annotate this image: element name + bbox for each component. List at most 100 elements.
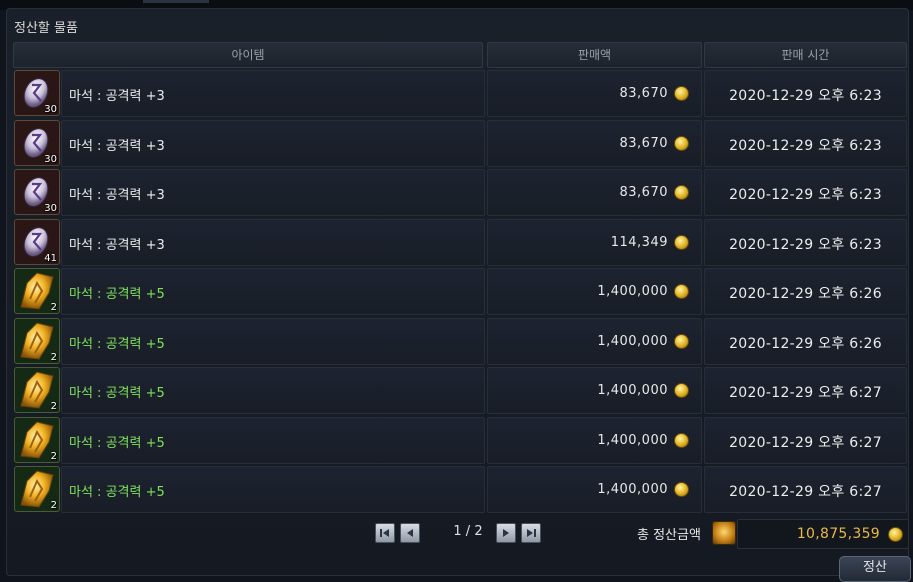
coin-icon — [674, 86, 689, 101]
price-cell: 1,400,000 — [487, 417, 702, 464]
sale-price: 1,400,000 — [597, 334, 668, 349]
gold-rune-stone-icon[interactable]: 2 — [14, 268, 60, 314]
coin-icon — [674, 482, 689, 497]
next-page-button[interactable] — [496, 523, 516, 543]
item-name: 마석 : 공격력 +5 — [69, 386, 165, 401]
sale-time: 2020-12-29 오후 6:23 — [729, 237, 882, 253]
item-count: 41 — [44, 253, 57, 264]
purple-rune-stone-icon[interactable]: 30 — [14, 120, 60, 166]
purple-rune-stone-icon[interactable]: 30 — [14, 169, 60, 215]
sale-price: 1,400,000 — [597, 482, 668, 497]
table-row[interactable]: 2 마석 : 공격력 +5 1,400,000 2020-12-29 오후 6:27 — [13, 366, 907, 414]
sale-price: 114,349 — [610, 235, 668, 250]
price-cell: 1,400,000 — [487, 367, 702, 414]
item-name: 마석 : 공격력 +3 — [69, 89, 165, 104]
price-cell: 1,400,000 — [487, 466, 702, 513]
column-header-price[interactable]: 판매액 — [487, 42, 702, 68]
gold-rune-stone-icon[interactable]: 2 — [14, 417, 60, 463]
time-cell: 2020-12-29 오후 6:23 — [704, 219, 907, 266]
item-name-cell: 마석 : 공격력 +5 — [61, 417, 485, 464]
item-name: 마석 : 공격력 +3 — [69, 139, 165, 154]
coin-icon — [674, 185, 689, 200]
coin-icon — [674, 433, 689, 448]
item-name: 마석 : 공격력 +3 — [69, 238, 165, 253]
item-count: 2 — [50, 352, 57, 363]
time-cell: 2020-12-29 오후 6:27 — [704, 417, 907, 464]
table-row[interactable]: 2 마석 : 공격력 +5 1,400,000 2020-12-29 오후 6:27 — [13, 465, 907, 513]
item-name: 마석 : 공격력 +3 — [69, 188, 165, 203]
table-row[interactable]: 2 마석 : 공격력 +5 1,400,000 2020-12-29 오후 6:26 — [13, 267, 907, 315]
item-count: 30 — [44, 104, 57, 115]
item-name-cell: 마석 : 공격력 +3 — [61, 120, 485, 167]
price-cell: 83,670 — [487, 120, 702, 167]
sale-time: 2020-12-29 오후 6:27 — [729, 484, 882, 500]
item-name-cell: 마석 : 공격력 +5 — [61, 367, 485, 414]
gold-rune-stone-icon[interactable]: 2 — [14, 466, 60, 512]
gold-pouch-icon — [712, 521, 736, 545]
purple-rune-stone-icon[interactable]: 41 — [14, 219, 60, 265]
sale-price: 83,670 — [619, 185, 668, 200]
coin-icon — [674, 284, 689, 299]
time-cell: 2020-12-29 오후 6:26 — [704, 318, 907, 365]
sale-time: 2020-12-29 오후 6:26 — [729, 286, 882, 302]
table-row[interactable]: 30 마석 : 공격력 +3 83,670 2020-12-29 오후 6:23 — [13, 69, 907, 117]
sale-time: 2020-12-29 오후 6:23 — [729, 138, 882, 154]
time-cell: 2020-12-29 오후 6:27 — [704, 367, 907, 414]
sale-price: 1,400,000 — [597, 383, 668, 398]
sale-time: 2020-12-29 오후 6:23 — [729, 88, 882, 104]
column-header-item[interactable]: 아이템 — [13, 42, 483, 68]
gold-rune-stone-icon[interactable]: 2 — [14, 367, 60, 413]
sale-price: 83,670 — [619, 86, 668, 101]
sale-time: 2020-12-29 오후 6:27 — [729, 435, 882, 451]
table-row[interactable]: 30 마석 : 공격력 +3 83,670 2020-12-29 오후 6:23 — [13, 168, 907, 216]
coin-icon — [888, 527, 903, 542]
section-title: 정산할 물품 — [14, 21, 78, 36]
sale-price: 1,400,000 — [597, 284, 668, 299]
gold-rune-stone-icon[interactable]: 2 — [14, 318, 60, 364]
table-row[interactable]: 2 마석 : 공격력 +5 1,400,000 2020-12-29 오후 6:26 — [13, 317, 907, 365]
total-settlement-value: 10,875,359 — [796, 526, 880, 542]
column-header-time[interactable]: 판매 시간 — [704, 42, 907, 68]
item-name: 마석 : 공격력 +5 — [69, 436, 165, 451]
price-cell: 83,670 — [487, 169, 702, 216]
item-count: 2 — [50, 451, 57, 462]
page-indicator: 1 / 2 — [453, 524, 483, 539]
price-cell: 83,670 — [487, 70, 702, 117]
time-cell: 2020-12-29 오후 6:23 — [704, 169, 907, 216]
item-count: 2 — [50, 302, 57, 313]
prev-page-icon — [407, 529, 413, 537]
table-row[interactable]: 30 마석 : 공격력 +3 83,670 2020-12-29 오후 6:23 — [13, 119, 907, 167]
first-page-icon — [380, 529, 389, 537]
coin-icon — [674, 235, 689, 250]
item-name: 마석 : 공격력 +5 — [69, 485, 165, 500]
item-count: 2 — [50, 500, 57, 511]
item-name-cell: 마석 : 공격력 +5 — [61, 268, 485, 315]
sale-price: 83,670 — [619, 136, 668, 151]
item-name-cell: 마석 : 공격력 +5 — [61, 318, 485, 365]
item-name: 마석 : 공격력 +5 — [69, 287, 165, 302]
time-cell: 2020-12-29 오후 6:23 — [704, 70, 907, 117]
item-name: 마석 : 공격력 +5 — [69, 337, 165, 352]
next-page-icon — [503, 529, 509, 537]
time-cell: 2020-12-29 오후 6:23 — [704, 120, 907, 167]
background-tab — [143, 0, 209, 3]
prev-page-button[interactable] — [400, 523, 420, 543]
item-name-cell: 마석 : 공격력 +5 — [61, 466, 485, 513]
coin-icon — [674, 136, 689, 151]
table-row[interactable]: 41 마석 : 공격력 +3 114,349 2020-12-29 오후 6:23 — [13, 218, 907, 266]
item-name-cell: 마석 : 공격력 +3 — [61, 169, 485, 216]
first-page-button[interactable] — [375, 523, 395, 543]
item-name-cell: 마석 : 공격력 +3 — [61, 70, 485, 117]
last-page-button[interactable] — [521, 523, 541, 543]
coin-icon — [674, 334, 689, 349]
purple-rune-stone-icon[interactable]: 30 — [14, 70, 60, 116]
time-cell: 2020-12-29 오후 6:27 — [704, 466, 907, 513]
price-cell: 1,400,000 — [487, 268, 702, 315]
sale-time: 2020-12-29 오후 6:26 — [729, 336, 882, 352]
item-count: 30 — [44, 154, 57, 165]
coin-icon — [674, 383, 689, 398]
settle-button[interactable]: 정산 — [839, 556, 911, 582]
sale-time: 2020-12-29 오후 6:27 — [729, 385, 882, 401]
table-row[interactable]: 2 마석 : 공격력 +5 1,400,000 2020-12-29 오후 6:27 — [13, 416, 907, 464]
total-settlement-label: 총 정산금액 — [637, 528, 701, 543]
